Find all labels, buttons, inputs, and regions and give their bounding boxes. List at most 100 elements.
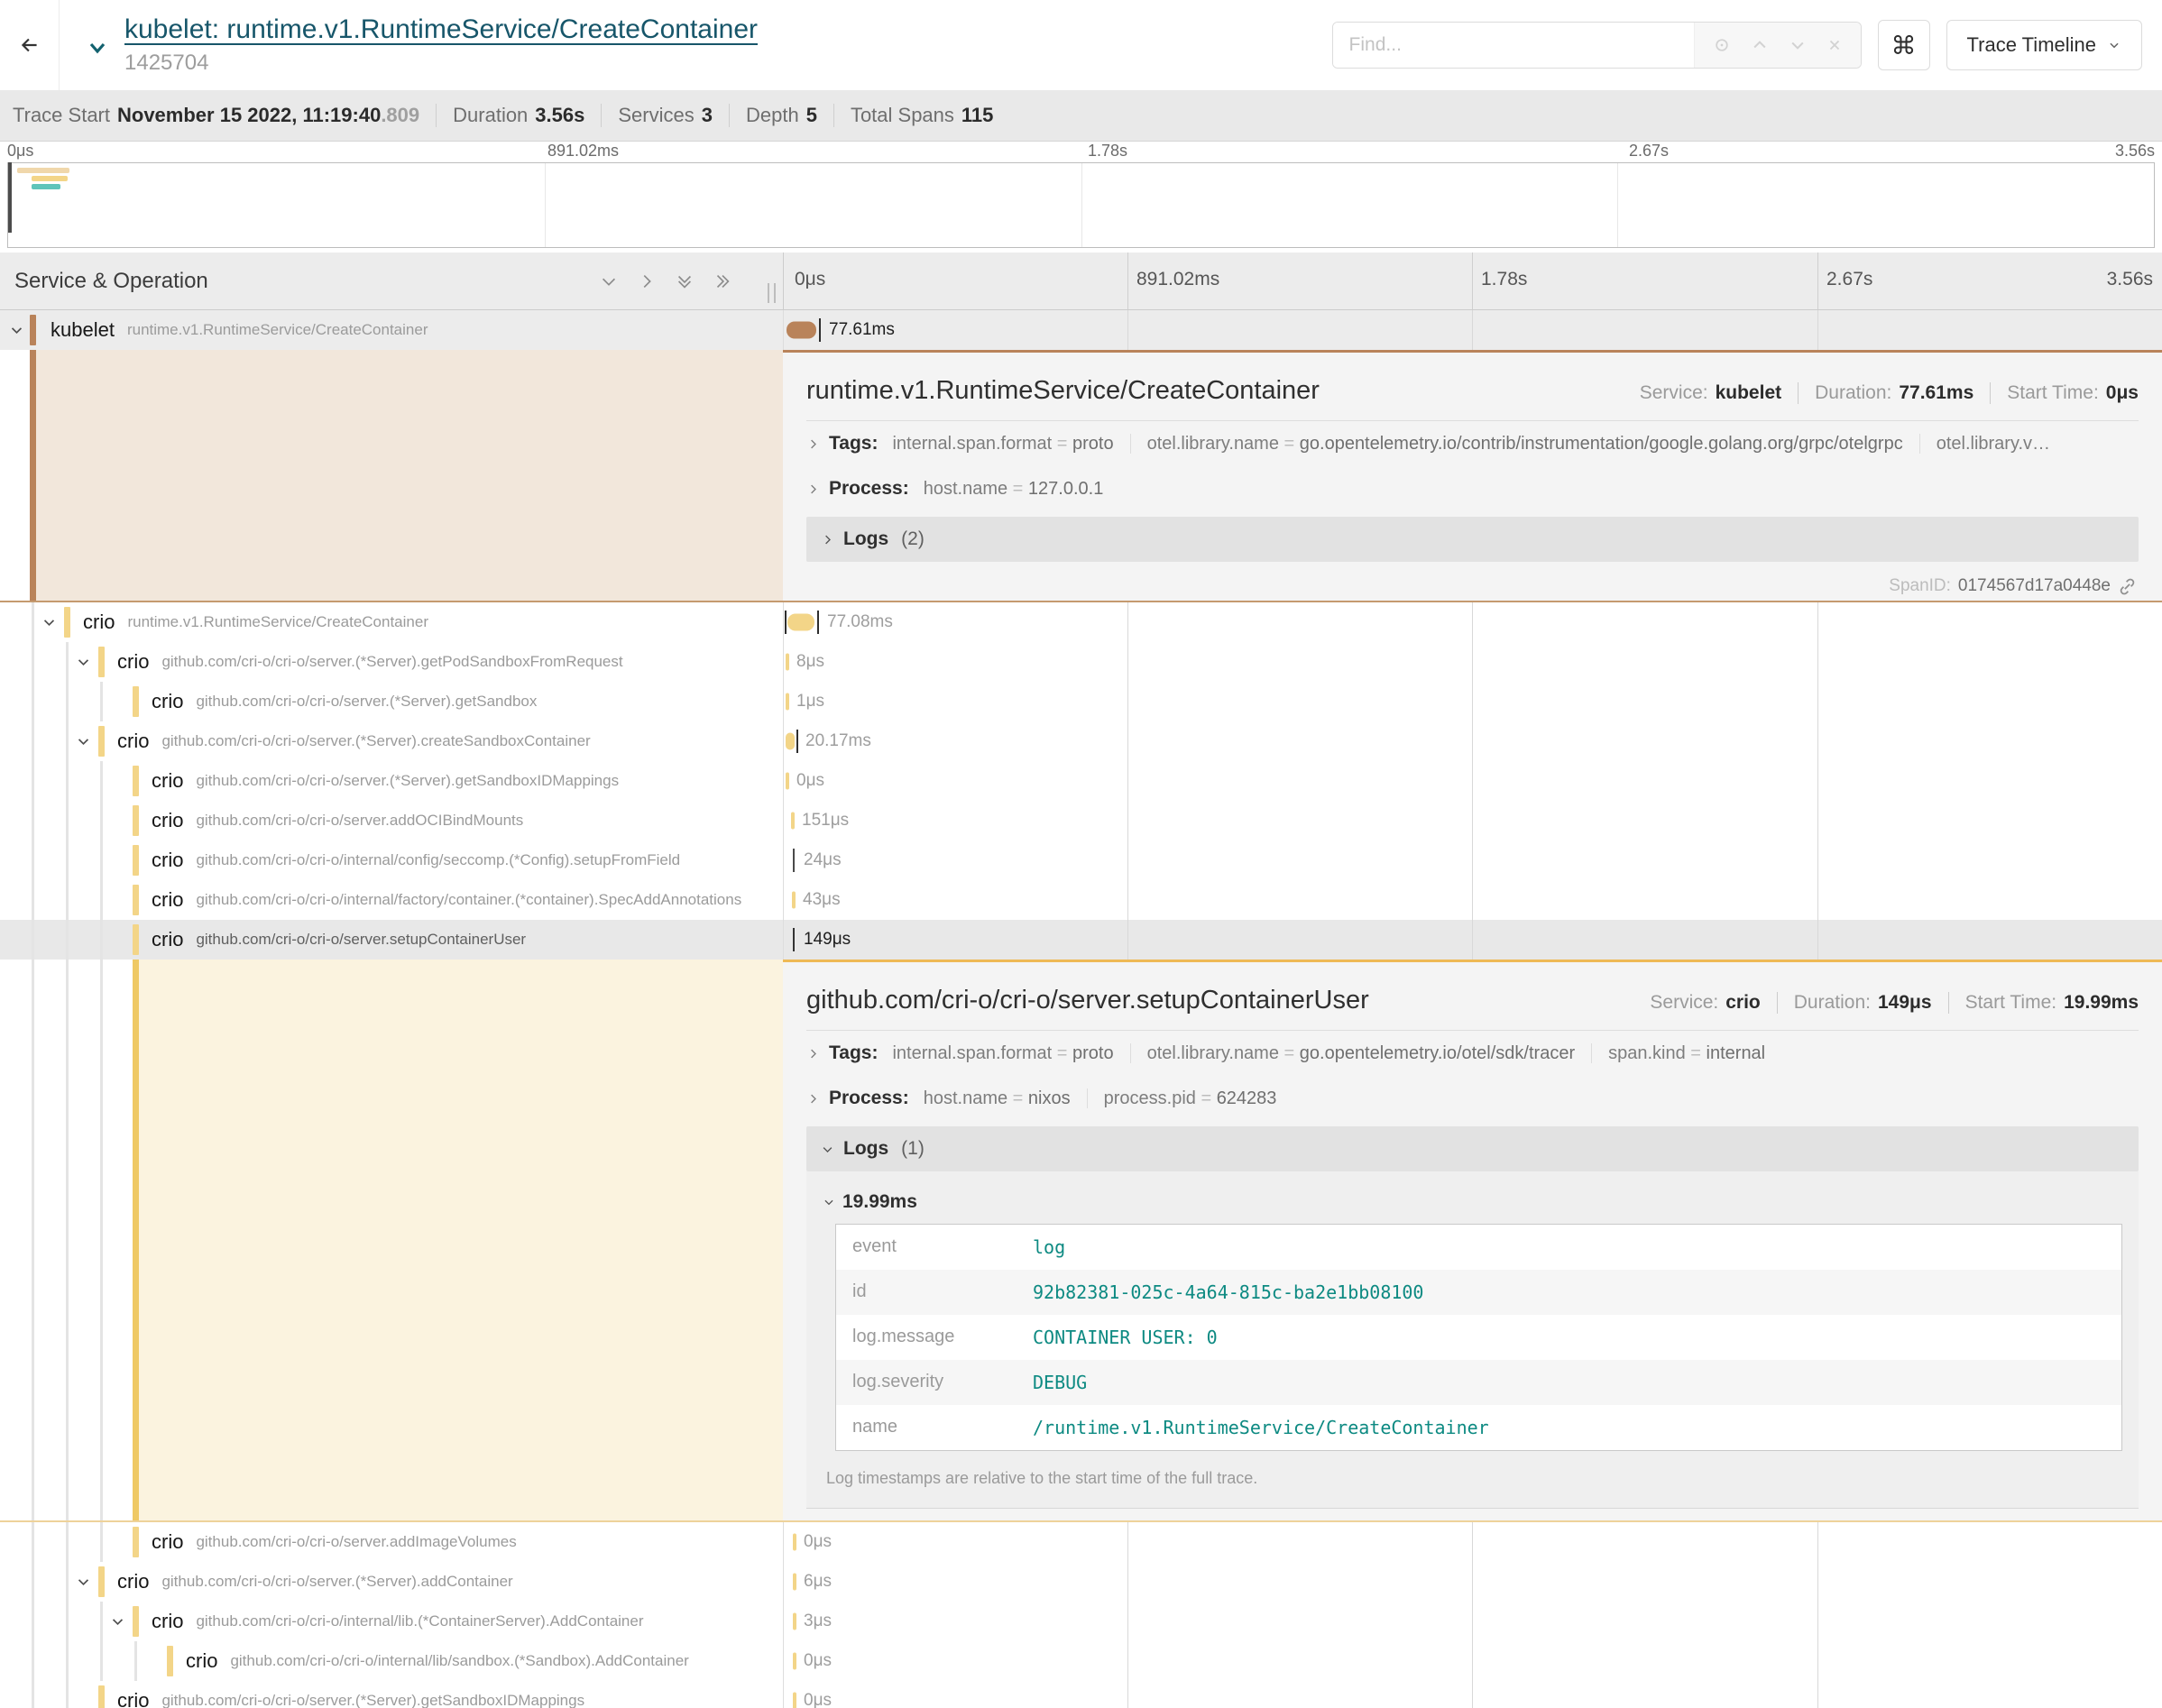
collapse-children-icon[interactable]: [76, 1575, 91, 1590]
span-name-cell[interactable]: crio github.com/cri-o/cri-o/server.(*Ser…: [0, 682, 783, 721]
span-timeline-cell[interactable]: 77.08ms: [783, 602, 2162, 642]
tags-row[interactable]: Tags: internal.span.formatproto otel.lib…: [806, 1031, 2139, 1076]
collapse-children-icon[interactable]: [9, 323, 24, 338]
keyboard-shortcuts-button[interactable]: ⌘: [1878, 20, 1930, 70]
log-field-row: id 92b82381-025c-4a64-815c-ba2e1bb08100: [836, 1270, 2121, 1315]
span-duration-bar[interactable]: [786, 733, 795, 750]
logs-body: 19.99ms event log id 92b82381-025c-4a64-…: [806, 1171, 2139, 1509]
find-group: [1332, 22, 1862, 69]
tag-value: go.opentelemetry.io/otel/sdk/tracer: [1300, 1043, 1575, 1063]
divider: [1130, 434, 1131, 454]
span-duration-bar[interactable]: [786, 773, 789, 790]
span-duration-bar[interactable]: [793, 928, 795, 951]
indent-guide: [32, 880, 34, 920]
span-boundary-tick: [785, 611, 787, 634]
span-name-cell[interactable]: crio github.com/cri-o/cri-o/server.(*Ser…: [0, 1562, 783, 1602]
span-name-cell[interactable]: crio github.com/cri-o/cri-o/server.(*Ser…: [0, 1681, 783, 1708]
find-next-icon[interactable]: [1789, 36, 1807, 54]
span-color-stripe: [30, 350, 36, 601]
span-name-cell[interactable]: crio github.com/cri-o/cri-o/internal/fac…: [0, 880, 783, 920]
minimap-scrubber[interactable]: [8, 162, 12, 233]
span-duration-bar[interactable]: [786, 654, 789, 671]
span-color-bar: [98, 647, 105, 677]
logs-section-toggle[interactable]: Logs (1): [806, 1126, 2139, 1171]
tags-row[interactable]: Tags: internal.span.formatproto otel.lib…: [806, 421, 2139, 466]
process-row[interactable]: Process: host.namenixos process.pid62428…: [806, 1076, 2139, 1121]
minimap-viewport[interactable]: [7, 162, 2155, 248]
back-button[interactable]: [0, 0, 60, 90]
span-timeline-cell[interactable]: 8μs: [783, 642, 2162, 682]
collapse-children-icon[interactable]: [76, 655, 91, 670]
span-duration-bar[interactable]: [793, 1534, 796, 1551]
span-timeline-cell[interactable]: 77.61ms: [783, 310, 2162, 350]
span-id-row: SpanID: 51cf7f38e5128574: [806, 1509, 2139, 1520]
span-name-cell[interactable]: crio github.com/cri-o/cri-o/server.(*Ser…: [0, 721, 783, 761]
span-duration-bar[interactable]: [787, 322, 816, 339]
find-clear-icon[interactable]: [1826, 37, 1843, 53]
span-row: crio runtime.v1.RuntimeService/CreateCon…: [0, 602, 2162, 642]
indent-guide: [100, 1522, 103, 1562]
span-name-cell[interactable]: crio github.com/cri-o/cri-o/internal/con…: [0, 840, 783, 880]
collapse-trace-header-icon[interactable]: [85, 37, 110, 63]
indent-guide: [32, 1562, 34, 1602]
service-operation-header: Service & Operation: [0, 253, 783, 309]
deep-link-icon[interactable]: [2118, 577, 2137, 596]
span-timeline-cell[interactable]: 0μs: [783, 1522, 2162, 1562]
span-name-cell[interactable]: crio runtime.v1.RuntimeService/CreateCon…: [0, 602, 783, 642]
trace-title-link[interactable]: kubelet: runtime.v1.RuntimeService/Creat…: [124, 14, 758, 45]
span-timeline-cell[interactable]: 0μs: [783, 1681, 2162, 1708]
find-prev-icon[interactable]: [1751, 36, 1769, 54]
collapse-all-icon[interactable]: [675, 271, 695, 291]
span-timeline-cell[interactable]: 0μs: [783, 1641, 2162, 1681]
logs-section-toggle[interactable]: Logs (2): [806, 517, 2139, 562]
span-duration-bar[interactable]: [792, 892, 796, 909]
expand-all-icon[interactable]: [713, 271, 732, 291]
span-duration-bar[interactable]: [791, 813, 795, 830]
collapse-children-icon[interactable]: [110, 1614, 125, 1630]
span-duration-bar[interactable]: [793, 1574, 796, 1591]
find-input[interactable]: [1333, 23, 1694, 68]
span-detail-meta: Service:kubelet Duration:77.61ms Start T…: [1640, 382, 2139, 404]
span-duration-bar[interactable]: [793, 1653, 796, 1670]
process-row[interactable]: Process: host.name127.0.0.1: [806, 466, 2139, 511]
collapse-one-icon[interactable]: [599, 271, 619, 291]
log-field-row: event log: [836, 1225, 2121, 1270]
log-entry-toggle[interactable]: 19.99ms: [823, 1184, 2122, 1224]
span-timeline-cell[interactable]: 20.17ms: [783, 721, 2162, 761]
span-duration-bar[interactable]: [793, 1693, 796, 1708]
span-duration-bar[interactable]: [793, 1613, 796, 1630]
span-color-bar: [167, 1646, 173, 1676]
span-timeline-cell[interactable]: 6μs: [783, 1562, 2162, 1602]
span-timeline-cell[interactable]: 0μs: [783, 761, 2162, 801]
total-spans-label: Total Spans: [851, 104, 954, 127]
span-timeline-cell[interactable]: 1μs: [783, 682, 2162, 721]
span-name-cell[interactable]: crio github.com/cri-o/cri-o/server.addOC…: [0, 801, 783, 840]
expand-one-icon[interactable]: [637, 271, 657, 291]
locate-icon[interactable]: [1713, 36, 1731, 54]
span-name-cell[interactable]: crio github.com/cri-o/cri-o/internal/lib…: [0, 1641, 783, 1681]
span-name-cell[interactable]: crio github.com/cri-o/cri-o/internal/lib…: [0, 1602, 783, 1641]
collapse-children-icon[interactable]: [76, 734, 91, 749]
span-duration-bar[interactable]: [786, 693, 789, 711]
span-name-cell[interactable]: crio github.com/cri-o/cri-o/server.addIm…: [0, 1522, 783, 1562]
span-duration-bar[interactable]: [787, 614, 814, 631]
column-resize-grip[interactable]: [768, 283, 776, 303]
view-selector-button[interactable]: Trace Timeline: [1946, 20, 2142, 70]
span-timeline-cell[interactable]: 3μs: [783, 1602, 2162, 1641]
span-name-cell[interactable]: crio github.com/cri-o/cri-o/server.setup…: [0, 920, 783, 960]
span-name-cell[interactable]: crio github.com/cri-o/cri-o/server.(*Ser…: [0, 761, 783, 801]
span-timeline-cell[interactable]: 43μs: [783, 880, 2162, 920]
duration-label: Duration:: [1815, 382, 1891, 404]
span-name-cell[interactable]: crio github.com/cri-o/cri-o/server.(*Ser…: [0, 642, 783, 682]
span-duration-bar[interactable]: [793, 849, 795, 872]
span-timeline-cell[interactable]: 149μs: [783, 920, 2162, 960]
span-name-cell[interactable]: kubelet runtime.v1.RuntimeService/Create…: [0, 310, 783, 350]
log-field-value: 92b82381-025c-4a64-815c-ba2e1bb08100: [1033, 1281, 1423, 1303]
span-timeline-cell[interactable]: 151μs: [783, 801, 2162, 840]
span-id-label: SpanID:: [1889, 576, 1951, 596]
service-operation-title: Service & Operation: [14, 269, 208, 294]
span-row: crio github.com/cri-o/cri-o/server.addOC…: [0, 801, 2162, 840]
collapse-children-icon[interactable]: [41, 615, 57, 630]
span-timeline-cell[interactable]: 24μs: [783, 840, 2162, 880]
process-item: host.namenixos: [924, 1088, 1071, 1109]
